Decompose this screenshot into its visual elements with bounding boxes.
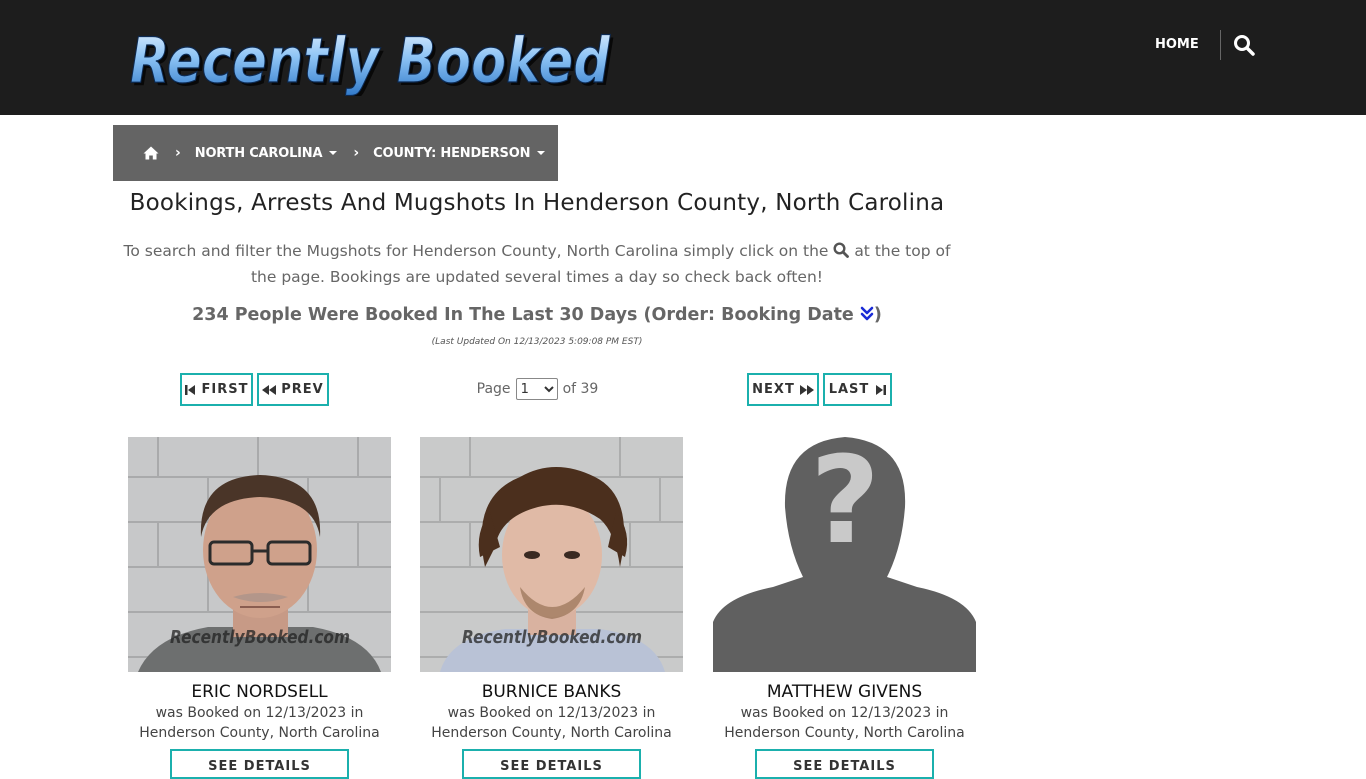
caret-down-icon <box>537 151 546 155</box>
mugshot-photo[interactable]: RecentlyBooked.com <box>128 437 391 672</box>
page-selector: Page 1 of 39 <box>470 377 605 401</box>
booking-info: was Booked on 12/13/2023 in Henderson Co… <box>693 703 996 743</box>
breadcrumb-county-dropdown[interactable]: COUNTY: HENDERSON <box>373 145 546 161</box>
booking-date-line: was Booked on 12/13/2023 in <box>155 705 364 721</box>
intro-text: To search and filter the Mugshots for He… <box>113 238 961 290</box>
next-page-label: NEXT <box>752 382 795 397</box>
see-details-button[interactable]: SEE DETAILS <box>170 749 349 779</box>
chevron-right-icon: › <box>175 145 181 161</box>
no-photo-placeholder[interactable]: ? <box>713 437 976 672</box>
breadcrumb: › NORTH CAROLINA › COUNTY: HENDERSON <box>113 125 558 181</box>
site-header: Recently Booked Recently Booked HOME <box>0 0 1366 115</box>
booking-location-line: Henderson County, North Carolina <box>139 725 380 741</box>
booking-date-line: was Booked on 12/13/2023 in <box>740 705 949 721</box>
step-backward-icon <box>184 384 195 395</box>
forward-icon <box>799 384 814 395</box>
booking-count: 234 People Were Booked In The Last 30 Da… <box>113 305 961 325</box>
sort-order-icon[interactable] <box>860 306 874 322</box>
prev-page-button[interactable]: PREV <box>257 373 329 406</box>
booking-location-line: Henderson County, North Carolina <box>431 725 672 741</box>
page-total: of 39 <box>562 381 599 397</box>
logo-text: Recently Booked <box>130 24 611 96</box>
watermark-text: RecentlyBooked.com <box>170 627 350 648</box>
booking-count-text: 234 People Were Booked In The Last 30 Da… <box>192 305 854 325</box>
question-mark-icon: ? <box>810 437 880 571</box>
first-page-button[interactable]: FIRST <box>180 373 253 406</box>
site-logo[interactable]: Recently Booked Recently Booked <box>126 18 616 96</box>
page-select[interactable]: 1 <box>515 378 558 400</box>
booking-location-line: Henderson County, North Carolina <box>724 725 965 741</box>
first-page-label: FIRST <box>201 382 249 397</box>
booking-count-close: ) <box>873 305 882 325</box>
breadcrumb-county-label: COUNTY: HENDERSON <box>373 145 531 161</box>
breadcrumb-state-label: NORTH CAROLINA <box>194 145 323 161</box>
booking-info: was Booked on 12/13/2023 in Henderson Co… <box>108 703 411 743</box>
see-details-button[interactable]: SEE DETAILS <box>462 749 641 779</box>
page-title: Bookings, Arrests And Mugshots In Hender… <box>129 190 945 216</box>
see-details-button[interactable]: SEE DETAILS <box>755 749 934 779</box>
caret-down-icon <box>329 151 338 155</box>
search-icon <box>833 242 850 258</box>
person-name[interactable]: BURNICE BANKS <box>410 682 693 702</box>
last-page-label: LAST <box>828 382 870 397</box>
mugshot-photo[interactable]: RecentlyBooked.com <box>420 437 683 672</box>
home-icon[interactable] <box>143 145 159 161</box>
backward-icon <box>262 384 277 395</box>
chevron-right-icon: › <box>353 145 360 161</box>
person-name[interactable]: ERIC NORDSELL <box>118 682 401 702</box>
next-page-button[interactable]: NEXT <box>747 373 819 406</box>
prev-page-label: PREV <box>281 382 324 397</box>
last-page-button[interactable]: LAST <box>823 373 892 406</box>
breadcrumb-state-dropdown[interactable]: NORTH CAROLINA <box>195 146 338 161</box>
intro-text-before: To search and filter the Mugshots for He… <box>123 242 829 260</box>
last-updated: (Last Updated On 12/13/2023 5:09:08 PM E… <box>431 337 643 347</box>
nav-divider <box>1220 30 1221 60</box>
page-label: Page <box>476 381 511 397</box>
watermark-text: RecentlyBooked.com <box>462 627 642 648</box>
booking-info: was Booked on 12/13/2023 in Henderson Co… <box>400 703 703 743</box>
person-name[interactable]: MATTHEW GIVENS <box>703 682 986 702</box>
booking-date-line: was Booked on 12/13/2023 in <box>447 705 656 721</box>
step-forward-icon <box>876 384 887 395</box>
nav-home-link[interactable]: HOME <box>1155 34 1209 56</box>
search-icon[interactable] <box>1233 34 1255 56</box>
